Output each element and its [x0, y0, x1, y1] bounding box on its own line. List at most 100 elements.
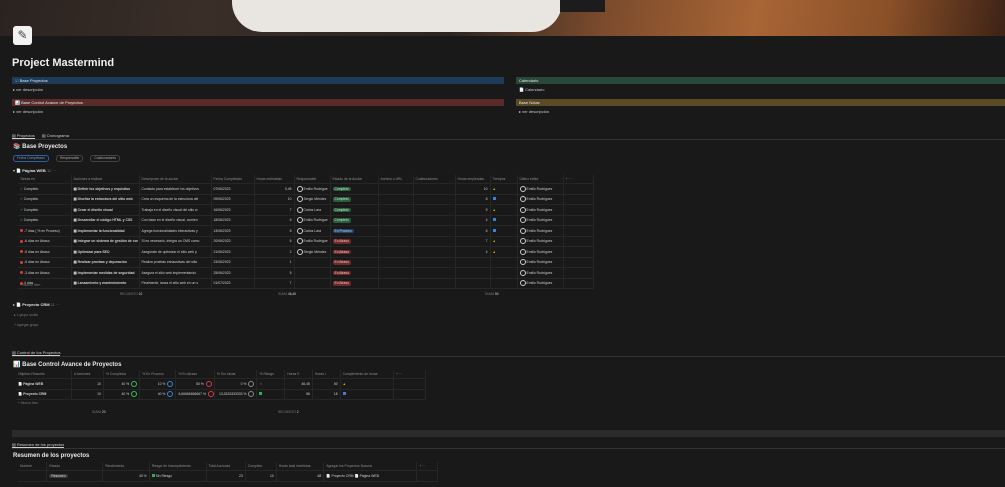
- cell-archivo[interactable]: [378, 278, 414, 289]
- cell-acciones[interactable]: 10: [71, 378, 104, 390]
- relation-link[interactable]: Página WEB: [360, 474, 379, 478]
- column-header[interactable]: Rendimiento: [102, 462, 150, 471]
- cell-estado[interactable]: Completo: [330, 215, 379, 226]
- cell-horas[interactable]: 68: [276, 470, 325, 482]
- filter-responsable[interactable]: Responsable: [55, 155, 84, 162]
- table-row[interactable]: -6 días en Atraso ▩ Integrar un sistema d…: [18, 236, 594, 247]
- cell-editor[interactable]: Emilio Rodríguez: [517, 246, 564, 258]
- column-header[interactable]: Acciones a realizar: [71, 175, 140, 184]
- table-row[interactable]: ✓ Completo ▩ Desarrollar el código HTML y…: [18, 215, 594, 226]
- cell-accion[interactable]: ▩ Integrar un sistema de gestión de cor: [71, 236, 140, 247]
- cell-editor[interactable]: Emilio Rodríguez: [517, 215, 564, 226]
- cell-atraso[interactable]: 6,66666666667 %: [175, 389, 215, 400]
- proyectos-heading[interactable]: 📚 Base Proyectos: [13, 143, 67, 150]
- cell-descripcion[interactable]: Si es necesario, integra un CMS como: [139, 236, 212, 247]
- group-pagina-web[interactable]: ▾ 📄 Página WEB 11 ···: [13, 168, 56, 173]
- cell-empleadas[interactable]: [455, 267, 491, 279]
- column-header[interactable]: % En Atraso: [175, 370, 215, 379]
- column-header[interactable]: Responsable: [294, 175, 331, 184]
- tab-control[interactable]: ▤ Control de los Proyectos: [12, 350, 61, 356]
- cell-objetivo[interactable]: 📄 Proyecto CRM: [16, 389, 72, 400]
- base-proyectos-link[interactable]: Base Proyectos: [20, 78, 48, 83]
- cell-tareas[interactable]: ✓ Completo: [18, 215, 72, 226]
- cell-archivo[interactable]: [378, 225, 414, 237]
- cell-responsable[interactable]: [294, 267, 331, 279]
- cell-responsable[interactable]: [294, 278, 331, 289]
- cell-horas[interactable]: 6: [254, 215, 295, 226]
- cell-responsable[interactable]: Emilio Rodrígue: [294, 183, 331, 195]
- cell-proyectos[interactable]: 📄 Proyecto CRM 📄 Página WEB: [323, 470, 418, 482]
- column-header[interactable]: Último editor: [517, 175, 564, 184]
- cell-objetivo[interactable]: 📄 Página WEB: [16, 378, 72, 390]
- cell-responsable[interactable]: Emilio Rodrígue: [294, 236, 331, 247]
- group-proyecto-crm[interactable]: ▸ 📄 Proyecto CRM 11 ···: [13, 302, 60, 307]
- add-column-button[interactable]: + ···: [393, 370, 427, 379]
- table-row[interactable]: -5 días en Atraso ▩ Realizar pruebas y de…: [18, 257, 594, 268]
- cell-descripcion[interactable]: Contacto para establecer los objetivos: [139, 183, 212, 195]
- cell-tiempos[interactable]: [490, 267, 518, 279]
- cell-fecha[interactable]: 25/06/2023: [211, 267, 255, 279]
- cell-empleadas[interactable]: 7: [455, 236, 491, 247]
- cell-tareas[interactable]: -5 días en Atraso: [18, 257, 72, 268]
- more-icon[interactable]: ···: [56, 302, 60, 307]
- hidden-group-toggle[interactable]: ▸ 1 grupo oculto: [14, 313, 38, 317]
- cell-estado[interactable]: En Atraso: [330, 267, 379, 279]
- cell-completo[interactable]: 10: [245, 470, 277, 482]
- cell-estado[interactable]: En Atraso: [330, 236, 379, 247]
- resumen-heading[interactable]: Resumen de los proyectos: [13, 453, 89, 459]
- calendario-link[interactable]: 📄 Calendario: [519, 87, 544, 92]
- cell-tareas[interactable]: ✓ Completo: [18, 194, 72, 205]
- cell-horas-i[interactable]: 50: [312, 378, 341, 390]
- column-header[interactable]: Horas I: [312, 370, 341, 379]
- control-heading[interactable]: 📊 Base Control Avance de Proyectos: [13, 361, 121, 368]
- cell-responsable[interactable]: Sergio Méndez: [294, 194, 331, 205]
- cell-archivo[interactable]: [378, 267, 414, 279]
- column-header[interactable]: Nombre: [18, 462, 48, 471]
- cell-tareas[interactable]: -7 días ( % en Proceso): [18, 225, 72, 237]
- column-header[interactable]: Horas E: [284, 370, 313, 379]
- column-header[interactable]: % Sin Iniciar: [214, 370, 258, 379]
- cell-tiempos[interactable]: [490, 278, 518, 289]
- cell-empleadas[interactable]: 8: [455, 194, 491, 205]
- filter-fecha-completado[interactable]: Fecha Completado: [13, 155, 49, 162]
- cell-colaboradores[interactable]: [413, 194, 456, 205]
- table-row[interactable]: -7 días ( % en Proceso) ▩ Implementar la …: [18, 225, 594, 237]
- column-header[interactable]: Tareas en: [18, 175, 72, 184]
- cell-riesgo[interactable]: ✕: [256, 378, 286, 390]
- column-header[interactable]: % Riesgo: [256, 370, 286, 379]
- cell-editor[interactable]: Emilio Rodríguez: [517, 183, 564, 195]
- cell-horas[interactable]: 6: [254, 236, 295, 247]
- cell-colaboradores[interactable]: [413, 246, 456, 258]
- cell-horas-e[interactable]: 56: [284, 389, 313, 400]
- cell-sin-iniciar[interactable]: 13,3333333333 %: [214, 389, 258, 400]
- base-control-link[interactable]: Base Control Avance de Proyectos: [21, 100, 83, 105]
- cell-editor[interactable]: Emilio Rodríguez: [517, 278, 564, 289]
- cell-responsable[interactable]: Carlos Lara: [294, 204, 331, 216]
- cell-responsable[interactable]: [294, 257, 331, 268]
- table-row[interactable]: -5 días en Atraso ▩ Optimizar para SEO Ase…: [18, 246, 594, 258]
- column-header[interactable]: % En Proceso: [139, 370, 177, 379]
- tab-proyectos[interactable]: ▤ Proyectos: [12, 133, 35, 139]
- cell-fecha[interactable]: 16/06/2023: [211, 204, 255, 216]
- cell-tiempos[interactable]: [490, 194, 518, 205]
- cell-empleadas[interactable]: 4: [455, 215, 491, 226]
- cell-archivo[interactable]: [378, 236, 414, 247]
- cell-accion[interactable]: ▩ Implementar medidas de seguridad: [71, 267, 140, 279]
- cell-proceso[interactable]: 40 %: [139, 389, 177, 400]
- cell-archivo[interactable]: [378, 204, 414, 216]
- cell-colaboradores[interactable]: [413, 225, 456, 237]
- cell-archivo[interactable]: [378, 194, 414, 205]
- column-header[interactable]: Descripción de la acción: [139, 175, 212, 184]
- column-header[interactable]: Agregar los Proyectos Nuevos: [323, 462, 418, 471]
- cell-tiempos[interactable]: ▲: [490, 204, 518, 216]
- cell-archivo[interactable]: [378, 246, 414, 258]
- table-row[interactable]: Resumen 40 % Sin Riesgo 23 10 68 📄 Proye…: [18, 470, 438, 482]
- more-icon[interactable]: ···: [52, 168, 56, 173]
- cell-empleadas[interactable]: [455, 257, 491, 268]
- cell-sin-iniciar[interactable]: 0 %: [214, 378, 258, 390]
- cell-fecha[interactable]: 21/06/2023: [211, 246, 255, 258]
- cell-horas[interactable]: 7: [254, 278, 295, 289]
- tab-cronograma[interactable]: ▤ Cronograma: [42, 133, 69, 138]
- cell-editor[interactable]: Emilio Rodríguez: [517, 267, 564, 279]
- table-row[interactable]: 📄 Página WEB 10 40 % 10 % 50 % 0 % ✕ 46,45 50 ▲: [16, 378, 427, 390]
